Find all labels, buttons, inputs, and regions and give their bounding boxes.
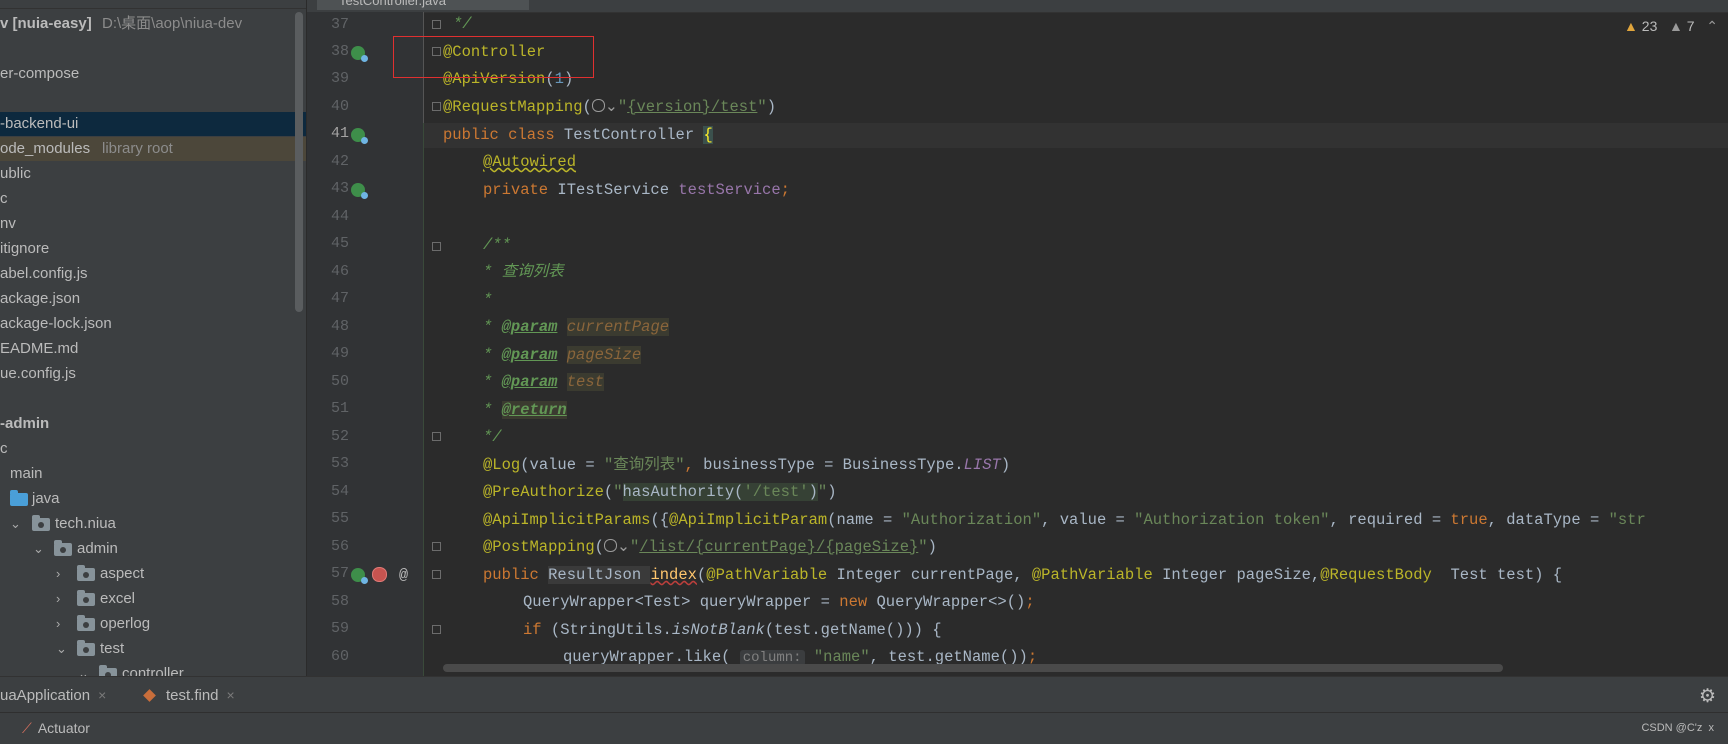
tree-item[interactable]: itignore xyxy=(0,237,306,261)
code-line: @PreAuthorize("hasAuthority('/test')") xyxy=(483,483,837,501)
code-line: @Autowired xyxy=(483,153,577,171)
inspection-widget[interactable]: ▲ 23 ▲ 7 ⌃ xyxy=(1624,18,1718,35)
code-line: * @return xyxy=(483,401,567,419)
package-icon xyxy=(32,515,50,531)
tree-item[interactable]: ackage.json xyxy=(0,287,306,311)
package-icon xyxy=(77,565,95,581)
library-root-label: library root xyxy=(102,140,173,157)
code-line: if (StringUtils.isNotBlank(test.getName(… xyxy=(523,621,942,639)
tree-item[interactable]: ⌄ admin xyxy=(0,537,306,561)
code-editor[interactable]: TestController.java 37 38 39 40 41 42 43… xyxy=(307,0,1728,676)
code-line: * xyxy=(483,291,493,309)
source-folder-icon xyxy=(10,490,28,506)
tree-item[interactable]: › excel xyxy=(0,587,306,611)
watermark: CSDN @C'z x xyxy=(1641,722,1715,734)
code-line: /** xyxy=(483,236,511,254)
globe-icon xyxy=(591,99,605,112)
chevron-down-icon[interactable]: ⌄ xyxy=(10,512,21,536)
tree-item[interactable]: ue.config.js xyxy=(0,362,306,386)
tree-item[interactable]: ublic xyxy=(0,162,306,186)
tree-toolbar xyxy=(0,0,306,9)
code-area[interactable]: */ @Controller @ApiVersion(1) @RequestMa… xyxy=(307,0,1728,676)
tree-item[interactable]: abel.config.js xyxy=(0,262,306,286)
tree-item[interactable]: c xyxy=(0,437,306,461)
tree-item[interactable]: ⌄ test xyxy=(0,637,306,661)
weak-warning-count: 7 xyxy=(1686,18,1695,34)
tree-root[interactable]: v [nuia-easy] D:\桌面\aop\niua-dev xyxy=(0,12,306,36)
code-line: * 查询列表 xyxy=(483,263,564,281)
tree-root-label: v [nuia-easy] xyxy=(0,15,92,32)
weak-warning-icon: ▲ xyxy=(1669,18,1683,34)
package-icon xyxy=(77,590,95,606)
chevron-down-icon[interactable]: ⌄ xyxy=(33,537,44,561)
tree-item-selected[interactable]: -backend-ui xyxy=(0,112,306,136)
actuator-icon: ⟋ xyxy=(22,720,32,736)
code-line: * @param pageSize xyxy=(483,346,642,364)
chevron-right-icon[interactable]: › xyxy=(56,587,60,611)
package-icon xyxy=(77,615,95,631)
warning-icon: ▲ xyxy=(1624,18,1638,34)
chevron-right-icon[interactable]: › xyxy=(56,612,60,636)
code-line: public ResultJson index(@PathVariable In… xyxy=(483,566,1563,584)
actuator-tab[interactable]: ⟋ Actuator xyxy=(22,713,90,744)
tree-item[interactable]: c xyxy=(0,187,306,211)
tree-item[interactable]: -admin xyxy=(0,412,306,436)
tree-item[interactable]: nv xyxy=(0,212,306,236)
code-line: public class TestController { xyxy=(443,126,713,144)
run-tabs-bar: uaApplication × test.find × ⚙ xyxy=(0,676,1728,713)
package-icon xyxy=(99,665,117,676)
code-line: * @param test xyxy=(483,373,604,391)
tree-item[interactable]: EADME.md xyxy=(0,337,306,361)
warning-count: 23 xyxy=(1641,18,1658,34)
code-line: * @param currentPage xyxy=(483,318,670,336)
tree-item[interactable]: er-compose xyxy=(0,62,306,86)
code-line: */ xyxy=(453,15,472,33)
chevron-down-icon[interactable]: ⌄ xyxy=(56,637,67,661)
tree-item[interactable]: ackage-lock.json xyxy=(0,312,306,336)
package-icon xyxy=(54,540,72,556)
tree-item[interactable]: ⌄ tech.niua xyxy=(0,512,306,536)
run-tab[interactable]: test.find × xyxy=(143,677,235,713)
project-tree: v [nuia-easy] D:\桌面\aop\niua-dev er-comp… xyxy=(0,0,306,676)
code-line: @PostMapping(⌄"/list/{currentPage}/{page… xyxy=(483,538,937,556)
watermark-close: x xyxy=(1708,722,1715,734)
close-icon[interactable]: × xyxy=(227,687,235,703)
test-config-icon xyxy=(143,689,156,702)
chevron-down-icon[interactable]: ⌄ xyxy=(78,662,89,676)
tree-item[interactable]: ⌄ controller xyxy=(0,662,306,676)
status-bar: ⟋ Actuator CSDN @C'z x xyxy=(0,712,1728,744)
run-tab[interactable]: uaApplication × xyxy=(0,677,106,713)
package-icon xyxy=(77,640,95,656)
code-line: */ xyxy=(483,428,502,446)
annotation-highlight-box xyxy=(393,36,594,78)
code-line: QueryWrapper<Test> queryWrapper = new Qu… xyxy=(523,593,1035,611)
tree-item[interactable]: ode_modules library root xyxy=(0,137,306,161)
tree-item[interactable]: › aspect xyxy=(0,562,306,586)
code-line: @RequestMapping(⌄"{version}/test") xyxy=(443,98,777,116)
tree-item[interactable]: › operlog xyxy=(0,612,306,636)
tree-scrollbar[interactable] xyxy=(295,12,303,312)
tree-item[interactable]: java xyxy=(0,487,306,511)
close-icon[interactable]: × xyxy=(98,687,106,703)
tree-root-path: D:\桌面\aop\niua-dev xyxy=(102,15,243,32)
globe-icon xyxy=(603,539,617,552)
code-line: @ApiImplicitParams({@ApiImplicitParam(na… xyxy=(483,511,1646,529)
code-line: private ITestService testService; xyxy=(483,181,790,199)
chevron-right-icon[interactable]: › xyxy=(56,562,60,586)
chevron-up-icon[interactable]: ⌃ xyxy=(1706,18,1718,34)
horizontal-scrollbar[interactable] xyxy=(443,664,1503,672)
code-line: @Log(value = "查询列表", businessType = Busi… xyxy=(483,456,1011,474)
tree-item[interactable]: main xyxy=(0,462,306,486)
gear-icon[interactable]: ⚙ xyxy=(1699,685,1716,708)
